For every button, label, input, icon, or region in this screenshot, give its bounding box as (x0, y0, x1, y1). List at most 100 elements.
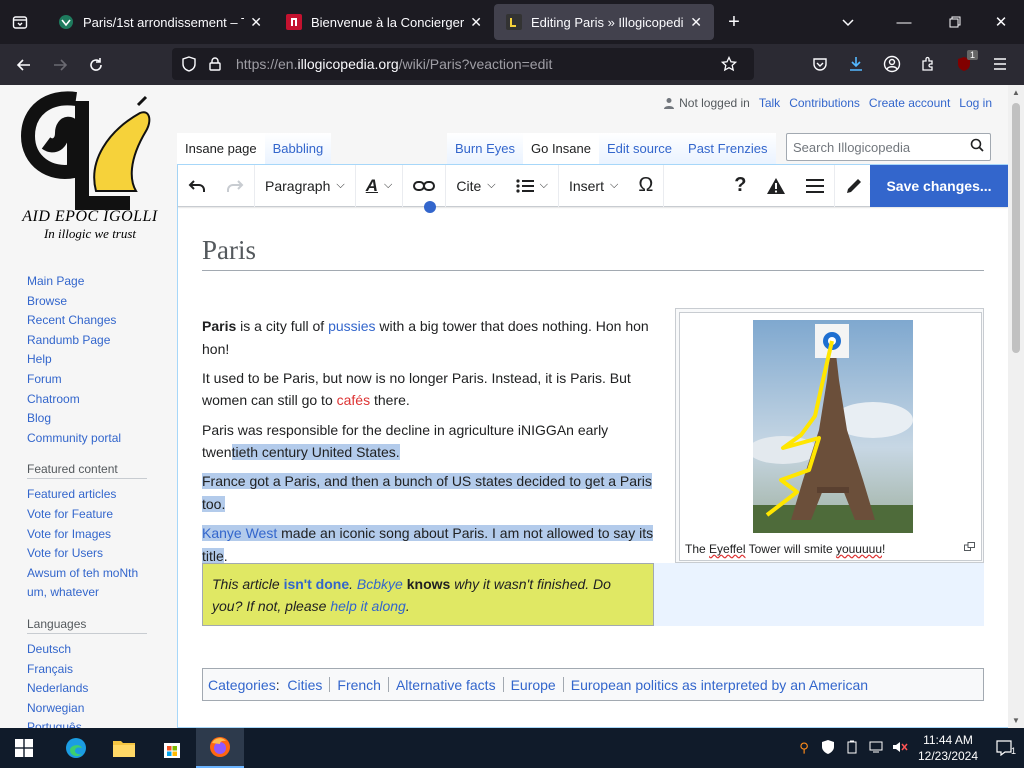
category-european-politics[interactable]: European politics as interpreted by an A… (571, 677, 868, 693)
close-tab-icon[interactable]: ✕ (690, 14, 702, 31)
page-scrollbar[interactable]: ▲ ▼ (1008, 85, 1024, 728)
save-changes-button[interactable]: Save changes... (870, 165, 1008, 207)
tab-go-insane[interactable]: Go Insane (522, 133, 599, 164)
sidebar-item-um-whatever[interactable]: um, whatever (27, 583, 157, 603)
undo-icon[interactable] (178, 165, 216, 207)
restore-icon[interactable] (932, 0, 978, 44)
downloads-icon[interactable] (838, 48, 874, 80)
help-icon[interactable]: ? (724, 165, 756, 207)
link-icon[interactable] (403, 164, 447, 207)
category-cities[interactable]: Cities (287, 677, 322, 693)
new-tab-icon[interactable]: + (714, 4, 754, 40)
sidebar-item-recent-changes[interactable]: Recent Changes (27, 311, 157, 331)
sidebar-item-vote-for-feature[interactable]: Vote for Feature (27, 505, 157, 525)
edge-icon[interactable] (52, 728, 100, 768)
warning-icon[interactable] (756, 165, 796, 207)
lang-portugues[interactable]: Português (27, 718, 157, 728)
category-europe[interactable]: Europe (511, 677, 556, 693)
account-icon[interactable] (874, 48, 910, 80)
log-in-link[interactable]: Log in (959, 96, 992, 110)
list-dropdown[interactable]: ⌵ (506, 164, 559, 207)
sidebar-item-help[interactable]: Help (27, 350, 157, 370)
categories-label-link[interactable]: Categories (208, 677, 276, 693)
tab-burn-eyes[interactable]: Burn Eyes (447, 133, 523, 164)
reload-icon[interactable] (78, 49, 114, 81)
cafes-link[interactable]: cafés (337, 392, 370, 408)
list-all-tabs-icon[interactable] (0, 0, 40, 44)
sidebar-item-blog[interactable]: Blog (27, 409, 157, 429)
microsoft-store-icon[interactable] (148, 728, 196, 768)
hamburger-menu-icon[interactable] (982, 48, 1018, 80)
tab-insane-page[interactable]: Insane page (177, 133, 265, 164)
battery-icon[interactable] (840, 740, 864, 757)
sidebar-item-chatroom[interactable]: Chatroom (27, 390, 157, 410)
lock-icon[interactable] (202, 57, 228, 71)
talk-link[interactable]: Talk (759, 96, 780, 110)
file-explorer-icon[interactable] (100, 728, 148, 768)
scroll-down-icon[interactable]: ▼ (1012, 716, 1020, 725)
chevron-down-icon[interactable] (820, 0, 876, 44)
image-thumbnail[interactable]: The Eyeffel Tower will smite youuuuu! (675, 308, 984, 563)
contributions-link[interactable]: Contributions (789, 96, 860, 110)
pocket-icon[interactable] (802, 48, 838, 80)
defender-shield-icon[interactable] (816, 739, 840, 757)
paragraph-format-dropdown[interactable]: Paragraph ⌵ (255, 164, 356, 207)
sidebar-item-vote-for-images[interactable]: Vote for Images (27, 525, 157, 545)
taskbar-clock[interactable]: 11:44 AM 12/23/2024 (912, 732, 984, 764)
windows-start-icon[interactable] (0, 728, 48, 768)
help-it-along-link[interactable]: help it along (330, 598, 406, 614)
lang-deutsch[interactable]: Deutsch (27, 640, 157, 660)
close-tab-icon[interactable]: ✕ (250, 14, 262, 31)
forward-arrow-icon[interactable] (42, 49, 78, 81)
cite-dropdown[interactable]: Cite ⌵ (446, 165, 505, 207)
network-icon[interactable] (864, 741, 888, 756)
lang-francais[interactable]: Français (27, 660, 157, 680)
magnify-icon[interactable] (964, 542, 975, 554)
tab-edit-source[interactable]: Edit source (598, 133, 681, 164)
notification-center-icon[interactable]: 1 (984, 728, 1024, 768)
pussies-link[interactable]: pussies (328, 318, 375, 334)
bcbkye-link[interactable]: Bcbkye (357, 576, 403, 592)
text-style-dropdown[interactable]: A ⌵ (356, 164, 404, 207)
search-icon[interactable] (970, 138, 984, 155)
ublock-origin-icon[interactable]: 1 (946, 48, 982, 80)
tab-editing-paris[interactable]: Editing Paris » Illogicopedia - Th ✕ (494, 4, 714, 40)
category-alternative-facts[interactable]: Alternative facts (396, 677, 496, 693)
kanye-west-link[interactable]: Kanye West (202, 525, 277, 541)
volume-muted-icon[interactable] (888, 741, 912, 756)
category-french[interactable]: French (337, 677, 381, 693)
page-options-menu-icon[interactable] (796, 164, 836, 207)
sidebar-item-randumb-page[interactable]: Randumb Page (27, 331, 157, 351)
insert-dropdown[interactable]: Insert ⌵ (559, 165, 628, 207)
tab-past-frenzies[interactable]: Past Frenzies (680, 133, 776, 164)
search-magnifier-icon[interactable]: ⚲ (792, 740, 816, 756)
tab-paris-1st-arrondissement[interactable]: Paris/1st arrondissement – Trav ✕ (46, 4, 274, 40)
sidebar-item-vote-for-users[interactable]: Vote for Users (27, 544, 157, 564)
sidebar-item-browse[interactable]: Browse (27, 292, 157, 312)
sidebar-item-forum[interactable]: Forum (27, 370, 157, 390)
close-window-icon[interactable]: ✕ (978, 0, 1024, 44)
bookmark-star-icon[interactable] (716, 56, 742, 72)
tab-conciergerie[interactable]: Bienvenue à la Conciergerie ✕ (274, 4, 494, 40)
close-tab-icon[interactable]: ✕ (470, 14, 482, 31)
back-arrow-icon[interactable] (6, 49, 42, 81)
firefox-icon[interactable] (196, 728, 244, 768)
url-bar[interactable]: https://en.illogicopedia.org/wiki/Paris?… (172, 48, 754, 80)
minimize-icon[interactable]: — (876, 0, 932, 44)
eiffel-tower-image[interactable] (753, 320, 913, 533)
lang-norwegian[interactable]: Norwegian (27, 699, 157, 719)
tracking-shield-icon[interactable] (176, 56, 202, 72)
sidebar-item-awsum-of-teh-month[interactable]: Awsum of teh moNth (27, 564, 157, 584)
create-account-link[interactable]: Create account (869, 96, 950, 110)
scroll-up-icon[interactable]: ▲ (1012, 88, 1020, 97)
special-character-icon[interactable]: Ω (628, 164, 665, 207)
sidebar-item-main-page[interactable]: Main Page (27, 272, 157, 292)
redo-icon[interactable] (216, 164, 255, 207)
sidebar-item-featured-articles[interactable]: Featured articles (27, 485, 157, 505)
extensions-icon[interactable] (910, 48, 946, 80)
lang-nederlands[interactable]: Nederlands (27, 679, 157, 699)
search-input[interactable]: Search Illogicopedia (786, 133, 991, 161)
isnt-done-link[interactable]: isn't done (284, 576, 350, 592)
scrollbar-thumb[interactable] (1012, 103, 1020, 353)
tab-babbling[interactable]: Babbling (264, 133, 332, 164)
